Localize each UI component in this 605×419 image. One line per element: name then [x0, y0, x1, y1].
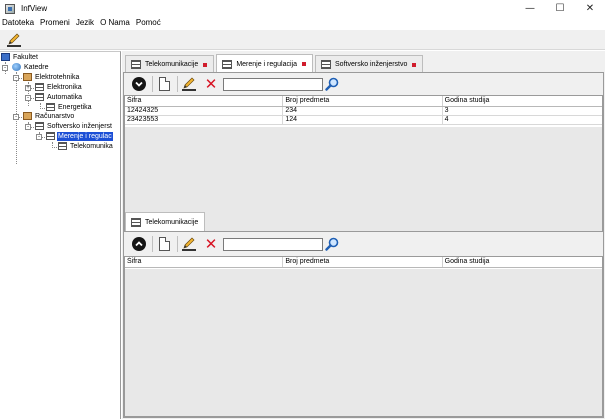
- table-header: Šifra Broj predmeta Godina studija: [125, 257, 602, 268]
- bottom-panel-toolbar: ✕: [129, 234, 339, 254]
- column-header-godina-studija[interactable]: Godina studija: [443, 96, 602, 106]
- globe-icon: [12, 63, 21, 71]
- chevron-down-icon: [132, 77, 146, 91]
- bottom-panel: ✕ Šifra Broj predmeta Godina studija: [123, 231, 604, 418]
- table-icon: [35, 93, 44, 101]
- faculty-icon: [1, 53, 10, 61]
- tab-softversko-inzenjerstvo[interactable]: Softversko inženjerstvo: [315, 55, 424, 73]
- pencil-icon: [182, 77, 196, 91]
- bottom-tab-bar: Telekomunikacije: [125, 212, 207, 231]
- menu-datoteka[interactable]: Datoteka: [0, 17, 37, 29]
- search-input[interactable]: [223, 77, 323, 91]
- department-icon: [23, 112, 32, 120]
- search-button[interactable]: [325, 237, 339, 251]
- tree-collapse-katedre[interactable]: -: [2, 65, 8, 71]
- table-icon: [131, 217, 141, 227]
- table-icon: [35, 83, 44, 91]
- table-icon: [222, 59, 233, 69]
- delete-icon: ✕: [204, 74, 218, 93]
- new-button[interactable]: [154, 75, 174, 93]
- menu-bar: Datoteka Promeni Jezik O Nama Pomoć: [0, 17, 605, 29]
- top-panel-toolbar: ✕: [129, 74, 339, 94]
- down-button[interactable]: [129, 75, 149, 93]
- new-button[interactable]: [154, 235, 174, 253]
- tree-collapse-automatika[interactable]: -: [25, 95, 31, 101]
- search-button[interactable]: [325, 77, 339, 91]
- table-icon: [58, 142, 67, 150]
- delete-button[interactable]: ✕: [201, 235, 221, 253]
- column-header-godina-studija[interactable]: Godina studija: [443, 257, 602, 267]
- app-icon: [5, 3, 15, 14]
- up-button[interactable]: [129, 235, 149, 253]
- main-toolbar: [0, 30, 605, 50]
- table-icon: [46, 132, 55, 140]
- table-header: Šifra Broj predmeta Godina studija: [125, 96, 602, 107]
- window-title: InfView: [21, 4, 48, 13]
- menu-promeni[interactable]: Promeni: [37, 17, 73, 29]
- tree-node-telekomunika[interactable]: Telekomunika: [58, 141, 114, 151]
- tree-collapse-merenje[interactable]: -: [36, 134, 42, 140]
- column-header-broj-predmeta[interactable]: Broj predmeta: [283, 257, 443, 267]
- tree-node-fakultet[interactable]: Fakultet: [1, 52, 39, 62]
- delete-icon: ✕: [204, 234, 218, 253]
- tree-node-merenje[interactable]: Merenje i regulac: [46, 131, 113, 141]
- tree-expand-elektronika[interactable]: +: [25, 85, 31, 91]
- minimize-button[interactable]: —: [515, 0, 545, 17]
- menu-jezik[interactable]: Jezik: [73, 17, 97, 29]
- title-bar: InfView — ☐ ✕: [0, 0, 605, 17]
- tree-node-automatika[interactable]: Automatika: [35, 92, 83, 102]
- search-input[interactable]: [223, 237, 323, 251]
- maximize-button[interactable]: ☐: [545, 0, 575, 17]
- tab-close-icon[interactable]: [302, 62, 307, 66]
- tab-telekomunikacije-child[interactable]: Telekomunikacije: [125, 212, 206, 231]
- tree-collapse-softversko[interactable]: -: [25, 124, 31, 130]
- edit-button[interactable]: [4, 31, 24, 49]
- pencil-icon: [7, 33, 21, 47]
- top-tab-bar: Telekomunikacije Merenje i regulacija So…: [125, 54, 425, 73]
- content-area: Telekomunikacije Merenje i regulacija So…: [122, 51, 605, 419]
- search-icon: [325, 237, 339, 251]
- new-document-icon: [158, 77, 170, 91]
- pencil-icon: [182, 237, 196, 251]
- chevron-up-icon: [132, 237, 146, 251]
- column-header-broj-predmeta[interactable]: Broj predmeta: [283, 96, 443, 106]
- tree-node-racunarstvo[interactable]: Računarstvo: [23, 111, 75, 121]
- edit-row-button[interactable]: [179, 235, 199, 253]
- tab-merenje-i-regulacija[interactable]: Merenje i regulacija: [216, 54, 314, 73]
- bottom-data-table: Šifra Broj predmeta Godina studija: [124, 256, 603, 417]
- menu-o-nama[interactable]: O Nama: [97, 17, 133, 29]
- table-icon: [131, 60, 141, 69]
- edit-row-button[interactable]: [179, 75, 199, 93]
- table-icon: [46, 103, 55, 111]
- menu-pomoc[interactable]: Pomoć: [133, 17, 164, 29]
- tab-close-icon[interactable]: [412, 62, 417, 67]
- tab-telekomunikacije[interactable]: Telekomunikacije: [125, 55, 215, 73]
- tree-node-katedre[interactable]: Katedre: [12, 62, 50, 72]
- new-document-icon: [158, 237, 170, 251]
- tree-node-softversko[interactable]: Softversko inženjerst: [35, 121, 113, 131]
- table-empty-area: [125, 269, 602, 416]
- column-header-sifra[interactable]: Šifra: [125, 96, 284, 106]
- table-row[interactable]: 23423553 124 4: [125, 116, 602, 125]
- table-icon: [321, 60, 332, 69]
- table-icon: [35, 122, 44, 130]
- department-icon: [23, 73, 32, 81]
- table-row[interactable]: 12424325 234 3: [125, 107, 602, 116]
- delete-button[interactable]: ✕: [201, 75, 221, 93]
- tab-close-icon[interactable]: [203, 62, 208, 67]
- tree-collapse-elektrotehnika[interactable]: -: [13, 75, 19, 81]
- column-header-sifra[interactable]: Šifra: [125, 257, 284, 267]
- tree-node-elektrotehnika[interactable]: Elektrotehnika: [23, 72, 80, 82]
- tree-view: - - + - - - - Fakultet Katedre Elektrote…: [0, 51, 121, 419]
- tree-node-elektronika[interactable]: Elektronika: [35, 82, 83, 92]
- window-controls: — ☐ ✕: [515, 0, 605, 17]
- close-button[interactable]: ✕: [575, 0, 605, 17]
- search-icon: [325, 77, 339, 91]
- tree-collapse-racunarstvo[interactable]: -: [13, 114, 19, 120]
